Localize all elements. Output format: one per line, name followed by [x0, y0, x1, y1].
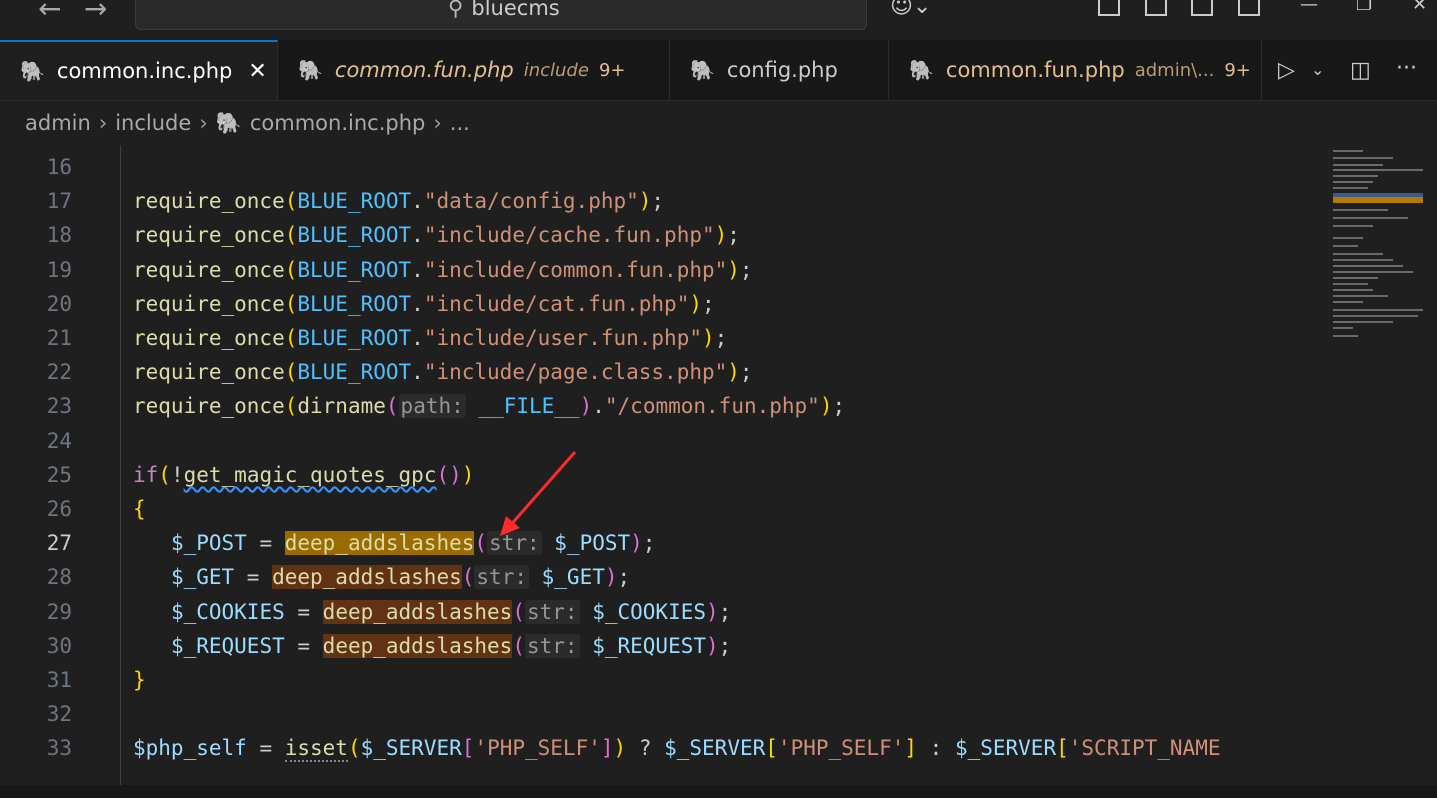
- line-number: 24: [46, 429, 72, 453]
- line-number-current: 27: [46, 531, 72, 555]
- line-number: 20: [46, 292, 72, 316]
- minimize-icon[interactable]: —: [1300, 0, 1318, 15]
- line-number: 33: [46, 736, 72, 760]
- chevron-right-icon: ›: [433, 111, 442, 135]
- tab-label: config.php: [726, 58, 838, 82]
- toggle-panel-icon[interactable]: [1191, 0, 1213, 16]
- indent-guide: [120, 145, 121, 785]
- status-bar: [0, 785, 1437, 798]
- close-window-icon[interactable]: ✕: [1412, 0, 1427, 15]
- minimap[interactable]: [1325, 145, 1437, 785]
- line-number: 17: [46, 189, 72, 213]
- breadcrumb-include[interactable]: include: [115, 111, 191, 135]
- search-icon: ⚲: [448, 0, 464, 20]
- code-line[interactable]: $_GET = deep_addslashes(str: $_GET);: [133, 565, 630, 589]
- php-file-icon: 🐘: [215, 110, 242, 135]
- tab-label: common.fun.php: [334, 58, 514, 82]
- code-line[interactable]: require_once(BLUE_ROOT."include/user.fun…: [133, 326, 727, 350]
- code-line[interactable]: $_COOKIES = deep_addslashes(str: $_COOKI…: [133, 600, 731, 624]
- restore-icon[interactable]: ❐: [1356, 0, 1372, 15]
- breadcrumb-admin[interactable]: admin: [25, 111, 91, 135]
- toggle-primary-sidebar-icon[interactable]: [1145, 0, 1167, 16]
- tab-common-fun-php-include[interactable]: 🐘 common.fun.php include 9+: [278, 40, 670, 100]
- code-line[interactable]: require_once(dirname(path: __FILE__)."/c…: [133, 394, 845, 418]
- tab-description: admin\...: [1134, 59, 1215, 81]
- code-line[interactable]: {: [133, 497, 146, 521]
- more-actions-icon[interactable]: ···: [1396, 56, 1417, 81]
- tab-common-inc-php[interactable]: 🐘 common.inc.php ✕: [0, 40, 278, 100]
- line-number: 23: [46, 394, 72, 418]
- tab-common-fun-php-admin[interactable]: 🐘 common.fun.php admin\... 9+: [889, 40, 1262, 100]
- code-editor[interactable]: 16 17 18 19 20 21 22 23 24 25 26 27 28 2…: [0, 145, 1325, 785]
- code-line[interactable]: require_once(BLUE_ROOT."data/config.php"…: [133, 189, 664, 213]
- code-line[interactable]: require_once(BLUE_ROOT."include/cache.fu…: [133, 223, 740, 247]
- chevron-right-icon: ›: [98, 111, 108, 135]
- php-file-icon: 🐘: [298, 58, 323, 82]
- problem-count-badge: 9+: [598, 59, 626, 81]
- code-line[interactable]: require_once(BLUE_ROOT."include/common.f…: [133, 258, 753, 282]
- line-number: 31: [46, 668, 72, 692]
- line-number: 26: [46, 497, 72, 521]
- tab-description: include: [523, 59, 589, 81]
- split-editor-icon[interactable]: ◫: [1350, 58, 1371, 83]
- search-label[interactable]: ⚲ bluecms: [448, 0, 560, 20]
- line-number: 30: [46, 634, 72, 658]
- chevron-down-icon[interactable]: ⌄: [1311, 60, 1324, 79]
- line-number: 29: [46, 600, 72, 624]
- breadcrumb-symbol[interactable]: ...: [450, 111, 470, 135]
- breadcrumb: admin › include › 🐘 common.inc.php › ...: [0, 101, 1437, 145]
- line-number: 18: [46, 223, 72, 247]
- close-icon[interactable]: ✕: [248, 59, 266, 84]
- editor-tabs: 🐘 common.inc.php ✕ 🐘 common.fun.php incl…: [0, 40, 1437, 101]
- line-number: 22: [46, 360, 72, 384]
- code-line[interactable]: }: [133, 668, 146, 692]
- line-number: 19: [46, 258, 72, 282]
- run-icon[interactable]: ▷: [1278, 58, 1295, 83]
- layout-customize-icon[interactable]: [1098, 0, 1120, 16]
- code-line[interactable]: require_once(BLUE_ROOT."include/cat.fun.…: [133, 292, 715, 316]
- code-line[interactable]: require_once(BLUE_ROOT."include/page.cla…: [133, 360, 753, 384]
- problem-count-badge: 9+: [1224, 59, 1251, 81]
- tab-label: common.inc.php: [56, 59, 233, 83]
- line-number: 32: [46, 702, 72, 726]
- code-line[interactable]: $php_self = isset($_SERVER['PHP_SELF']) …: [133, 736, 1220, 762]
- tab-config-php[interactable]: 🐘 config.php: [670, 40, 889, 100]
- code-line[interactable]: if(!get_magic_quotes_gpc()): [133, 463, 474, 487]
- arrow-left-icon[interactable]: ←: [38, 0, 61, 25]
- chevron-right-icon: ›: [199, 111, 208, 135]
- line-number: 16: [46, 155, 72, 179]
- title-bar: ← → ⚲ bluecms ☺⌄ — ❐ ✕: [0, 0, 1437, 40]
- arrow-right-icon[interactable]: →: [84, 0, 107, 25]
- php-file-icon: 🐘: [690, 58, 715, 82]
- breadcrumb-file[interactable]: common.inc.php: [250, 111, 425, 135]
- line-number: 25: [46, 463, 72, 487]
- line-number: 21: [46, 326, 72, 350]
- line-number: 28: [46, 565, 72, 589]
- code-line[interactable]: $_REQUEST = deep_addslashes(str: $_REQUE…: [133, 634, 731, 658]
- php-file-icon: 🐘: [909, 58, 934, 82]
- copilot-icon[interactable]: ☺⌄: [890, 0, 931, 19]
- php-file-icon: 🐘: [20, 59, 45, 83]
- tab-label: common.fun.php: [945, 58, 1125, 82]
- code-line-current[interactable]: $_POST = deep_addslashes(str: $_POST);: [133, 531, 655, 555]
- toggle-secondary-sidebar-icon[interactable]: [1238, 0, 1260, 16]
